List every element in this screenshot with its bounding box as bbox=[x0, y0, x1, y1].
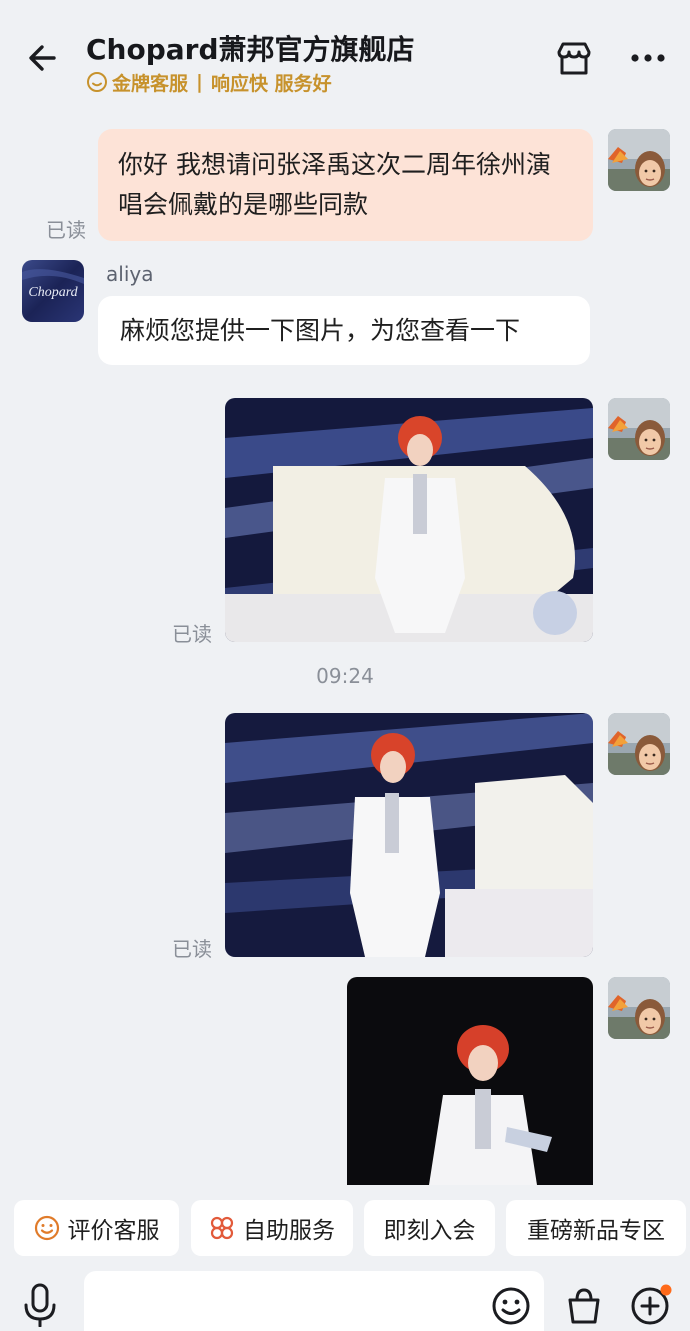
shop-name[interactable]: Chopard萧邦官方旗舰店 bbox=[86, 28, 415, 68]
gold-service-label: 金牌客服 bbox=[112, 72, 189, 95]
read-status: 已读 bbox=[46, 218, 86, 242]
new-arrivals-button[interactable]: 重磅新品专区 bbox=[506, 1200, 686, 1256]
message-timestamp: 09:24 bbox=[316, 664, 374, 688]
rate-service-label: 评价客服 bbox=[67, 1218, 160, 1244]
shop-logo-text: Chopard bbox=[28, 285, 78, 300]
more-options-icon[interactable] bbox=[628, 44, 668, 72]
quick-action-bar: 评价客服 自助服务 即刻入会 重磅新品专区 bbox=[0, 1200, 690, 1258]
outgoing-message-bubble[interactable]: 你好 我想请问张泽禹这次二周年徐州演唱会佩戴的是哪些同款 bbox=[98, 129, 593, 241]
new-arrivals-label: 重磅新品专区 bbox=[527, 1218, 665, 1244]
plus-icon[interactable] bbox=[628, 1282, 674, 1328]
self-service-button[interactable]: 自助服务 bbox=[191, 1200, 353, 1256]
service-tags: 响应快 服务好 bbox=[210, 72, 332, 95]
shopping-bag-icon[interactable] bbox=[564, 1286, 604, 1326]
agent-name: aliya bbox=[106, 262, 154, 286]
self-service-label: 自助服务 bbox=[243, 1218, 335, 1244]
shop-avatar[interactable]: Chopard bbox=[22, 260, 84, 322]
read-status: 已读 bbox=[172, 622, 212, 646]
join-membership-button[interactable]: 即刻入会 bbox=[364, 1200, 495, 1256]
service-badge-line: 金牌客服 | 响应快 服务好 bbox=[86, 68, 332, 96]
rate-service-button[interactable]: 评价客服 bbox=[14, 1200, 179, 1256]
smile-icon bbox=[34, 1215, 59, 1241]
grid-flower-icon bbox=[210, 1216, 234, 1240]
user-avatar[interactable] bbox=[608, 398, 670, 460]
user-avatar[interactable] bbox=[608, 129, 670, 191]
store-icon[interactable] bbox=[554, 40, 594, 78]
sent-photo-concert-3[interactable] bbox=[347, 977, 593, 1185]
back-arrow-icon[interactable] bbox=[24, 38, 64, 78]
user-avatar[interactable] bbox=[608, 977, 670, 1039]
user-avatar[interactable] bbox=[608, 713, 670, 775]
join-membership-label: 即刻入会 bbox=[383, 1218, 476, 1244]
sent-photo-concert-1[interactable] bbox=[225, 398, 593, 642]
sent-photo-concert-2[interactable] bbox=[225, 713, 593, 957]
message-input[interactable] bbox=[84, 1271, 544, 1331]
gold-smile-badge-icon bbox=[87, 72, 107, 92]
chat-header: Chopard萧邦官方旗舰店 金牌客服 | 响应快 服务好 bbox=[0, 0, 690, 110]
emoji-icon[interactable] bbox=[491, 1286, 531, 1326]
badge-separator: | bbox=[196, 71, 203, 93]
incoming-message-bubble[interactable]: 麻烦您提供一下图片，为您查看一下 bbox=[98, 296, 590, 365]
notification-dot bbox=[660, 1284, 672, 1296]
read-status: 已读 bbox=[172, 937, 212, 961]
mic-icon[interactable] bbox=[20, 1283, 60, 1327]
